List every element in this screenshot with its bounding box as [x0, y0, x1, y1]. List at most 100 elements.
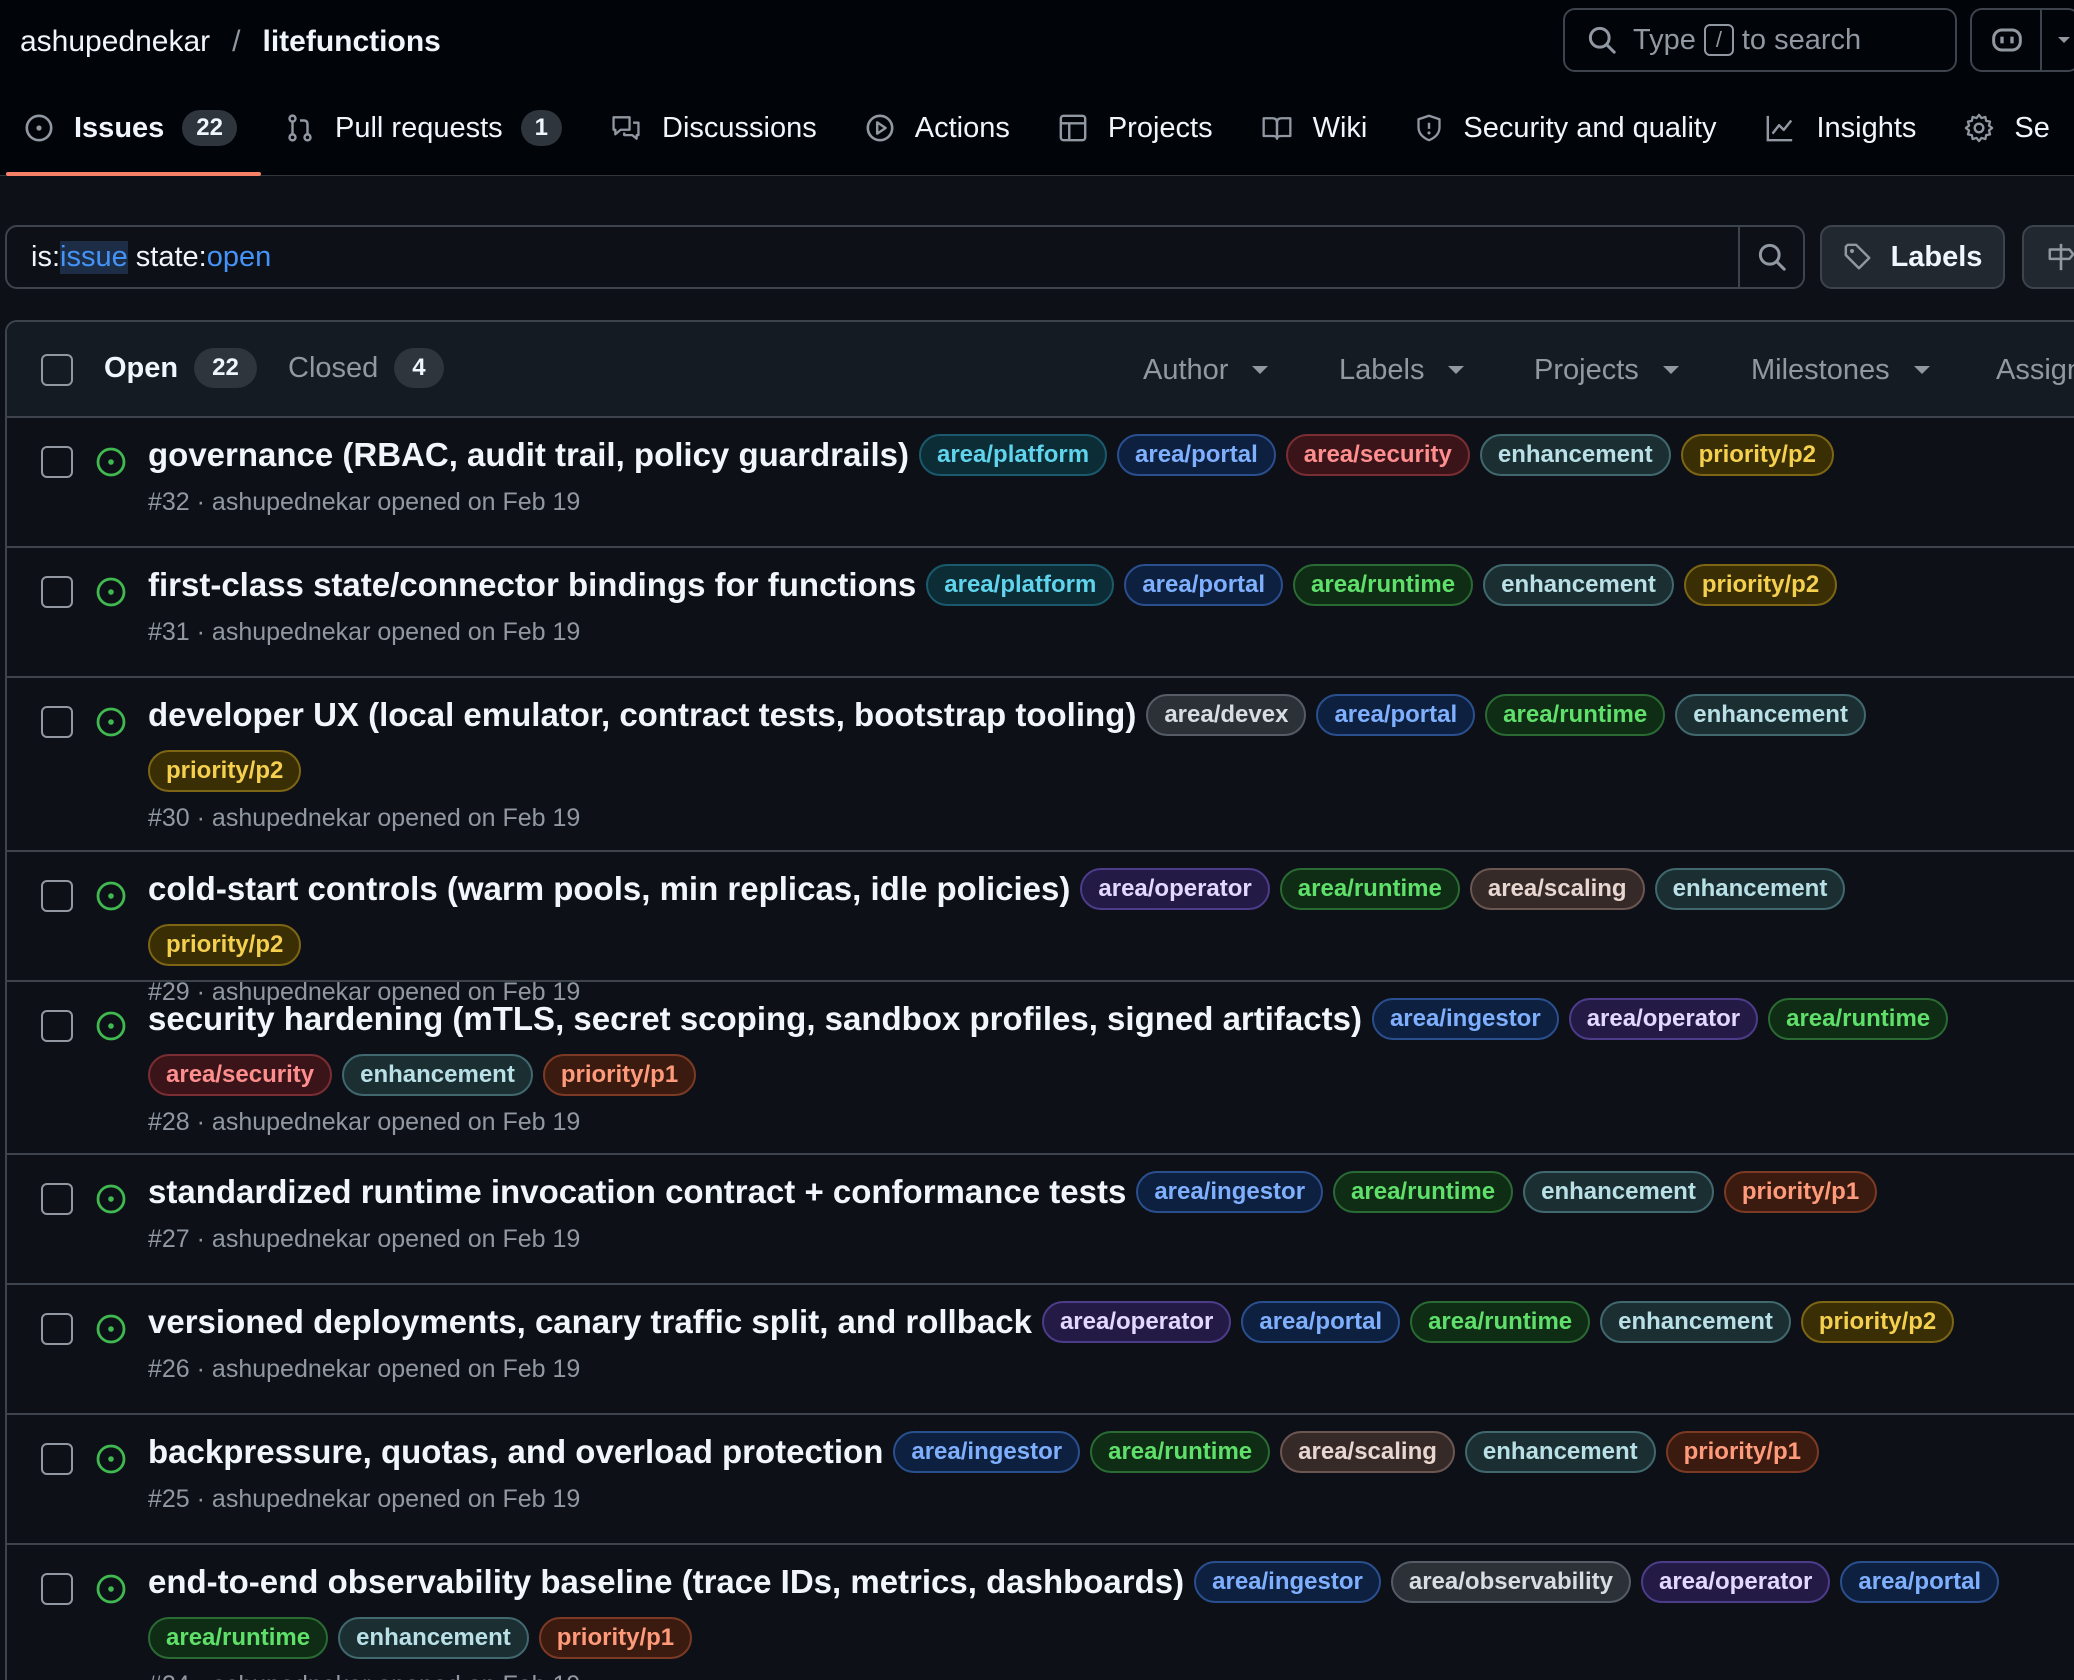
- label-area-scaling[interactable]: area/scaling: [1280, 1431, 1455, 1473]
- label-area-ingestor[interactable]: area/ingestor: [1194, 1561, 1381, 1603]
- issue-checkbox[interactable]: [41, 446, 73, 478]
- issue-title-link[interactable]: versioned deployments, canary traffic sp…: [148, 1303, 1032, 1341]
- issue-title-link[interactable]: governance (RBAC, audit trail, policy gu…: [148, 436, 909, 474]
- milestones-button[interactable]: [2022, 225, 2074, 289]
- label-area-operator[interactable]: area/operator: [1640, 1561, 1831, 1603]
- label-enhancement[interactable]: enhancement: [1464, 1431, 1656, 1473]
- label-area-ingestor[interactable]: area/ingestor: [1136, 1171, 1324, 1213]
- label-area-portal[interactable]: area/portal: [1124, 564, 1284, 606]
- milestones-filter[interactable]: Milestones: [1751, 348, 1930, 392]
- label-area-ingestor[interactable]: area/ingestor: [1371, 998, 1559, 1040]
- issue-title-link[interactable]: standardized runtime invocation contract…: [148, 1173, 1126, 1211]
- issue-row[interactable]: backpressure, quotas, and overload prote…: [7, 1415, 2074, 1545]
- issue-checkbox[interactable]: [41, 706, 73, 738]
- repo-name-link[interactable]: litefunctions: [263, 25, 441, 59]
- label-area-runtime[interactable]: area/runtime: [1333, 1171, 1514, 1213]
- issue-title-link[interactable]: security hardening (mTLS, secret scoping…: [148, 1000, 1362, 1038]
- label-area-portal[interactable]: area/portal: [1241, 1301, 1401, 1343]
- tab-issues[interactable]: Issues 22: [0, 96, 261, 176]
- label-area-security[interactable]: area/security: [148, 1054, 333, 1096]
- closed-issues-toggle[interactable]: Closed 4: [288, 348, 444, 388]
- issue-title-link[interactable]: backpressure, quotas, and overload prote…: [148, 1433, 883, 1471]
- label-priority-p2[interactable]: priority/p2: [1680, 434, 1834, 476]
- label-priority-p2[interactable]: priority/p2: [148, 924, 302, 966]
- issue-checkbox[interactable]: [41, 1010, 73, 1042]
- label-enhancement[interactable]: enhancement: [338, 1617, 529, 1659]
- tab-wiki[interactable]: Wiki: [1237, 96, 1392, 160]
- label-area-operator[interactable]: area/operator: [1568, 998, 1759, 1040]
- copilot-button[interactable]: [1970, 8, 2074, 72]
- label-area-runtime[interactable]: area/runtime: [148, 1617, 329, 1659]
- issue-checkbox[interactable]: [41, 576, 73, 608]
- label-area-operator[interactable]: area/operator: [1080, 868, 1270, 910]
- labels-filter[interactable]: Labels: [1339, 348, 1465, 392]
- issue-filter-input[interactable]: is: issue state: open: [5, 225, 1805, 289]
- label-enhancement[interactable]: enhancement: [1654, 868, 1846, 910]
- issue-checkbox[interactable]: [41, 1443, 73, 1475]
- label-priority-p1[interactable]: priority/p1: [542, 1054, 697, 1096]
- issue-row[interactable]: versioned deployments, canary traffic sp…: [7, 1285, 2074, 1415]
- issue-row[interactable]: developer UX (local emulator, contract t…: [7, 678, 2074, 852]
- assignees-filter[interactable]: Assign: [1996, 348, 2074, 392]
- filter-search-button[interactable]: [1738, 225, 1803, 289]
- issue-row[interactable]: standardized runtime invocation contract…: [7, 1155, 2074, 1285]
- label-enhancement[interactable]: enhancement: [1483, 564, 1674, 606]
- label-area-runtime[interactable]: area/runtime: [1090, 1431, 1271, 1473]
- label-area-portal[interactable]: area/portal: [1316, 694, 1476, 736]
- issue-row[interactable]: cold-start controls (warm pools, min rep…: [7, 852, 2074, 1006]
- label-area-runtime[interactable]: area/runtime: [1279, 868, 1460, 910]
- label-enhancement[interactable]: enhancement: [1523, 1171, 1714, 1213]
- issue-row[interactable]: first-class state/connector bindings for…: [7, 548, 2074, 678]
- chevron-down-icon[interactable]: [2056, 35, 2072, 45]
- label-priority-p1[interactable]: priority/p1: [538, 1617, 693, 1659]
- label-area-platform[interactable]: area/platform: [918, 434, 1108, 476]
- issue-row[interactable]: end-to-end observability baseline (trace…: [7, 1545, 2074, 1680]
- label-enhancement[interactable]: enhancement: [342, 1054, 533, 1096]
- projects-filter[interactable]: Projects: [1534, 348, 1679, 392]
- tab-pull-requests[interactable]: Pull requests 1: [261, 96, 586, 160]
- issue-checkbox[interactable]: [41, 1313, 73, 1345]
- label-enhancement[interactable]: enhancement: [1600, 1301, 1791, 1343]
- issue-row[interactable]: security hardening (mTLS, secret scoping…: [7, 982, 2074, 1155]
- label-area-portal[interactable]: area/portal: [1840, 1561, 2000, 1603]
- label-enhancement[interactable]: enhancement: [1675, 694, 1866, 736]
- label-area-devex[interactable]: area/devex: [1146, 694, 1307, 736]
- label-area-runtime[interactable]: area/runtime: [1410, 1301, 1591, 1343]
- issue-title-link[interactable]: end-to-end observability baseline (trace…: [148, 1563, 1184, 1601]
- label-area-runtime[interactable]: area/runtime: [1485, 694, 1666, 736]
- label-area-ingestor[interactable]: area/ingestor: [893, 1431, 1081, 1473]
- label-area-platform[interactable]: area/platform: [926, 564, 1115, 606]
- issue-row[interactable]: governance (RBAC, audit trail, policy gu…: [7, 418, 2074, 548]
- issue-checkbox[interactable]: [41, 1573, 73, 1605]
- labels-button[interactable]: Labels: [1820, 225, 2005, 289]
- label-priority-p1[interactable]: priority/p1: [1723, 1171, 1878, 1213]
- label-priority-p2[interactable]: priority/p2: [1683, 564, 1838, 606]
- issue-title-link[interactable]: developer UX (local emulator, contract t…: [148, 696, 1136, 734]
- issue-title-link[interactable]: first-class state/connector bindings for…: [148, 566, 916, 604]
- label-priority-p1[interactable]: priority/p1: [1665, 1431, 1819, 1473]
- label-area-portal[interactable]: area/portal: [1117, 434, 1276, 476]
- tab-settings[interactable]: Se: [1940, 96, 2073, 160]
- tab-projects[interactable]: Projects: [1034, 96, 1237, 160]
- select-all-checkbox[interactable]: [41, 354, 73, 386]
- repo-owner-link[interactable]: ashupednekar: [20, 25, 210, 59]
- open-issues-toggle[interactable]: Open 22: [104, 348, 257, 388]
- author-filter[interactable]: Author: [1143, 348, 1269, 392]
- tab-discussions[interactable]: Discussions: [586, 96, 841, 160]
- label-area-observability[interactable]: area/observability: [1390, 1561, 1631, 1603]
- tab-insights[interactable]: Insights: [1740, 96, 1940, 160]
- tab-actions[interactable]: Actions: [841, 96, 1034, 160]
- tab-security[interactable]: Security and quality: [1391, 96, 1740, 160]
- issue-title-link[interactable]: cold-start controls (warm pools, min rep…: [148, 870, 1070, 908]
- label-priority-p2[interactable]: priority/p2: [1800, 1301, 1955, 1343]
- label-area-runtime[interactable]: area/runtime: [1768, 998, 1949, 1040]
- issue-checkbox[interactable]: [41, 1183, 73, 1215]
- label-area-operator[interactable]: area/operator: [1041, 1301, 1232, 1343]
- issue-checkbox[interactable]: [41, 880, 73, 912]
- label-enhancement[interactable]: enhancement: [1479, 434, 1671, 476]
- global-search-input[interactable]: Type / to search: [1563, 8, 1957, 72]
- label-priority-p2[interactable]: priority/p2: [148, 750, 302, 792]
- label-area-runtime[interactable]: area/runtime: [1293, 564, 1474, 606]
- label-area-scaling[interactable]: area/scaling: [1469, 868, 1645, 910]
- label-area-security[interactable]: area/security: [1285, 434, 1470, 476]
